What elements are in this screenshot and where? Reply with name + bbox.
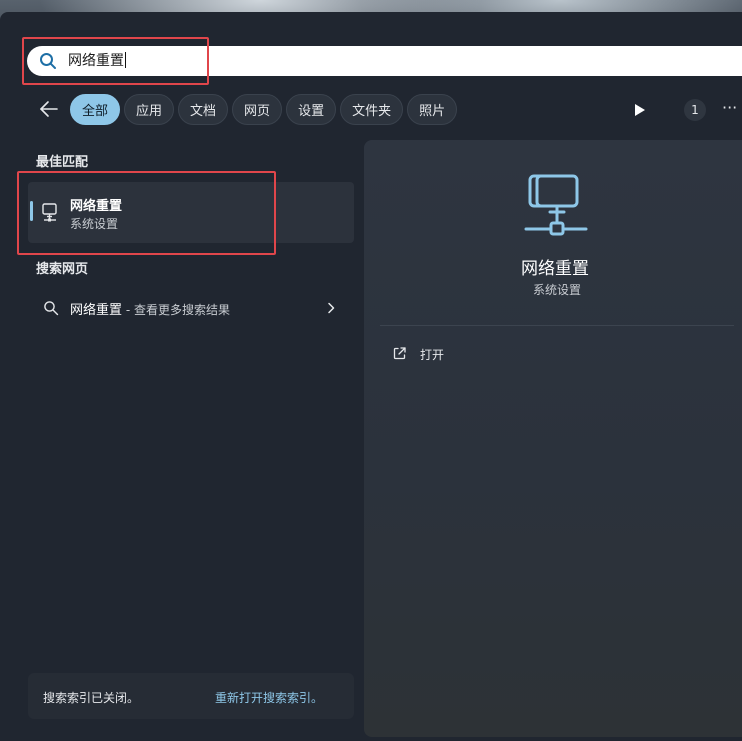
- tab-folders[interactable]: 文件夹: [340, 94, 404, 125]
- tab-settings[interactable]: 设置: [286, 94, 337, 125]
- web-search-text: 网络重置 - 查看更多搜索结果: [70, 299, 230, 318]
- search-input[interactable]: [27, 46, 742, 76]
- tab-all[interactable]: 全部: [70, 94, 121, 125]
- best-match-heading: 最佳匹配: [36, 155, 89, 170]
- tab-apps[interactable]: 应用: [124, 94, 175, 125]
- index-status-text: 搜索索引已关闭。: [43, 691, 140, 705]
- details-divider: [380, 325, 734, 326]
- chevron-right-icon[interactable]: [324, 301, 338, 315]
- web-search-separator: -: [122, 303, 134, 317]
- reopen-index-link[interactable]: 重新打开搜索索引。: [215, 689, 323, 706]
- search-query[interactable]: 网络重置: [68, 52, 126, 70]
- details-title: 网络重置: [521, 259, 589, 279]
- search-icon: [44, 301, 59, 316]
- back-arrow-icon[interactable]: [36, 96, 62, 122]
- network-computer-icon: [524, 174, 588, 236]
- best-match-title: 网络重置: [70, 199, 123, 214]
- tab-web[interactable]: 网页: [232, 94, 283, 125]
- web-search-query: 网络重置: [70, 303, 123, 318]
- count-badge[interactable]: 1: [684, 99, 706, 121]
- selection-indicator: [30, 201, 33, 221]
- text-caret: [125, 52, 126, 68]
- tab-photos[interactable]: 照片: [407, 94, 458, 125]
- more-options-icon[interactable]: ···: [722, 99, 742, 121]
- play-icon[interactable]: [628, 99, 650, 121]
- filter-tabs: 全部 应用 文档 网页 设置 文件夹 照片: [70, 94, 458, 125]
- tab-documents[interactable]: 文档: [178, 94, 229, 125]
- open-action-label: 打开: [420, 348, 445, 362]
- open-external-icon: [393, 347, 406, 360]
- web-search-heading: 搜索网页: [36, 262, 89, 277]
- best-match-subtitle: 系统设置: [70, 217, 119, 231]
- web-search-suffix: 查看更多搜索结果: [133, 303, 230, 317]
- search-icon: [40, 53, 56, 69]
- details-subtitle: 系统设置: [533, 283, 582, 297]
- network-computer-icon: [42, 203, 57, 222]
